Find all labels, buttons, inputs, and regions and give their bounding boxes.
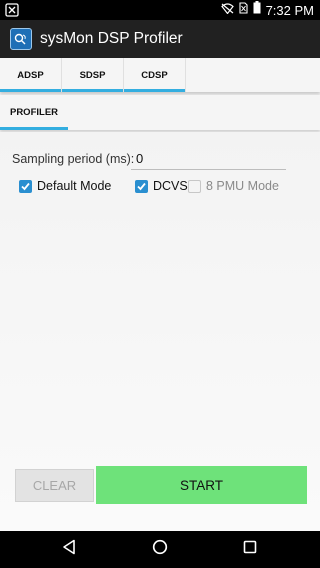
app-title: sysMon DSP Profiler [40, 30, 183, 47]
home-button[interactable] [140, 531, 180, 568]
tab-profiler-label: PROFILER [9, 107, 59, 118]
clear-button: CLEAR [15, 469, 94, 502]
default-mode-checkbox[interactable]: Default Mode [19, 179, 111, 193]
tab-cdsp-label: CDSP [141, 69, 168, 81]
battery-icon [253, 1, 261, 19]
dsp-tabs: ADSP SDSP CDSP [0, 58, 320, 92]
checkbox-unchecked-icon [188, 179, 201, 193]
app-logo-icon [10, 28, 32, 50]
sub-tabs: PROFILER [0, 95, 320, 130]
sampling-period-input[interactable] [131, 146, 286, 170]
recents-button[interactable] [230, 531, 270, 568]
recents-square-icon [243, 540, 257, 559]
tab-profiler[interactable]: PROFILER [0, 95, 68, 130]
sampling-period-label: Sampling period (ms): [12, 152, 135, 166]
back-triangle-icon [62, 539, 76, 560]
tab-sdsp[interactable]: SDSP [62, 58, 124, 92]
status-time: 7:32 PM [265, 2, 314, 18]
tab-adsp[interactable]: ADSP [0, 58, 62, 92]
tab-adsp-label: ADSP [17, 69, 44, 81]
tab-sdsp-label: SDSP [79, 69, 106, 81]
status-bar: 7:32 PM [0, 0, 320, 20]
back-button[interactable] [49, 531, 89, 568]
tab-indicator [62, 89, 123, 92]
pmu-mode-label: 8 PMU Mode [206, 179, 279, 193]
app-bar: sysMon DSP Profiler [0, 20, 320, 58]
pmu-mode-checkbox: 8 PMU Mode [188, 179, 279, 193]
tab-cdsp[interactable]: CDSP [124, 58, 186, 92]
checkbox-checked-icon [135, 179, 148, 193]
dcvs-checkbox[interactable]: DCVS [135, 179, 188, 193]
tab-indicator [124, 89, 185, 92]
wifi-off-icon [220, 1, 234, 19]
navigation-bar [0, 531, 320, 568]
tab-selected-indicator [0, 127, 68, 130]
tab-selected-indicator [0, 89, 61, 92]
home-circle-icon [152, 539, 168, 560]
start-button[interactable]: START [96, 466, 307, 504]
profiler-panel: Sampling period (ms): Default Mode DCVS … [0, 132, 320, 531]
dcvs-label: DCVS [153, 179, 188, 193]
app-notification-icon [5, 3, 19, 17]
checkbox-checked-icon [19, 179, 32, 193]
default-mode-label: Default Mode [37, 179, 112, 193]
no-sim-icon [239, 1, 248, 19]
